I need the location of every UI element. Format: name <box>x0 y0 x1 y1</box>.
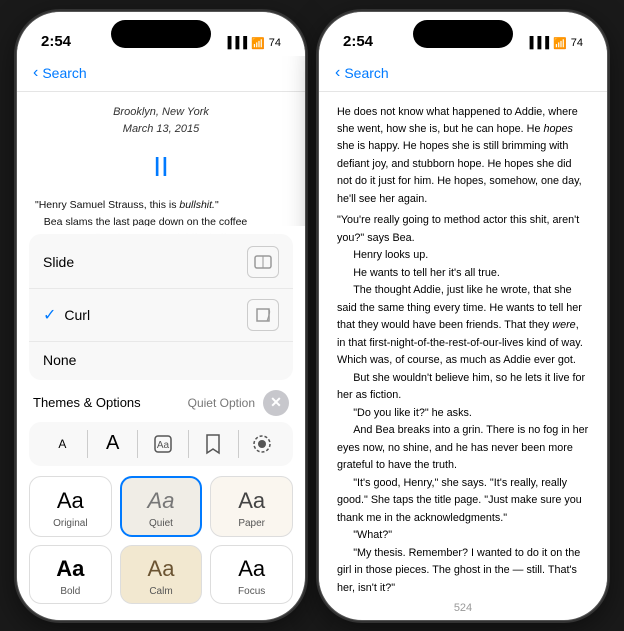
theme-paper[interactable]: Aa Paper <box>210 476 293 537</box>
curl-icon <box>247 299 279 331</box>
bold-aa: Aa <box>56 556 84 582</box>
header-line1: Brooklyn, New York <box>35 104 287 122</box>
book-paragraph-7: "Do you like it?" he asks. <box>337 405 589 422</box>
focus-label: Focus <box>238 586 265 597</box>
right-phone: 2:54 ▐▐▐ 📶 74 ‹ Search He does not know … <box>318 11 608 621</box>
status-icons-right: ▐▐▐ 📶 74 <box>526 37 583 50</box>
signal-icon-right: ▐▐▐ <box>526 37 549 49</box>
theme-calm[interactable]: Aa Calm <box>120 545 203 604</box>
wifi-icon-right: 📶 <box>553 37 567 50</box>
slide-icon <box>247 246 279 278</box>
bottom-panel: Slide ✓ Curl None <box>17 226 305 620</box>
book-paragraph-8: And Bea breaks into a grin. There is no … <box>337 422 589 474</box>
book-paragraph-1: He does not know what happened to Addie,… <box>337 104 589 209</box>
transition-options: Slide ✓ Curl None <box>29 234 293 380</box>
calm-label: Calm <box>149 586 172 597</box>
separator-3 <box>188 430 189 458</box>
quiet-option-label: Quiet Option <box>188 396 255 410</box>
book-paragraph-4: He wants to tell her it's all true. <box>337 265 589 282</box>
transition-slide[interactable]: Slide <box>29 236 293 289</box>
paper-aa: Aa <box>238 488 265 514</box>
original-label: Original <box>53 518 87 529</box>
book-content-right: He does not know what happened to Addie,… <box>319 92 607 596</box>
separator-1 <box>87 430 88 458</box>
quiet-label: Quiet <box>149 518 173 529</box>
book-paragraph-3: Henry looks up. <box>337 247 589 264</box>
back-label-left: Search <box>42 65 86 81</box>
bookmark-icon <box>204 433 222 455</box>
check-icon: ✓ <box>43 305 56 325</box>
separator-2 <box>137 430 138 458</box>
font-toolbar: A A Aa <box>29 422 293 466</box>
chevron-left-icon: ‹ <box>33 64 38 82</box>
calm-aa: Aa <box>148 556 175 582</box>
font-type-button[interactable]: Aa <box>145 428 181 460</box>
nav-bar-left: ‹ Search <box>17 56 305 92</box>
book-paragraph-6: But she wouldn't believe him, so he lets… <box>337 370 589 405</box>
back-button-left[interactable]: ‹ Search <box>33 64 87 82</box>
theme-focus[interactable]: Aa Focus <box>210 545 293 604</box>
theme-grid: Aa Original Aa Quiet Aa Paper Aa Bold Aa <box>17 472 305 620</box>
battery-right: 74 <box>571 37 583 49</box>
book-paragraph-5: The thought Addie, just like he wrote, t… <box>337 282 589 369</box>
small-a-label: A <box>58 437 66 451</box>
theme-bold[interactable]: Aa Bold <box>29 545 112 604</box>
book-paragraph-9: "It's good, Henry," she says. "It's real… <box>337 475 589 527</box>
nav-bar-right: ‹ Search <box>319 56 607 92</box>
separator-4 <box>238 430 239 458</box>
book-header: Brooklyn, New York March 13, 2015 <box>35 104 287 139</box>
slide-label: Slide <box>43 254 74 270</box>
battery-left: 74 <box>269 37 281 49</box>
transition-curl[interactable]: ✓ Curl <box>29 289 293 342</box>
theme-quiet[interactable]: Aa Quiet <box>120 476 203 537</box>
transition-none[interactable]: None <box>29 342 293 378</box>
page-number: 524 <box>454 602 472 614</box>
back-button-right[interactable]: ‹ Search <box>335 64 389 82</box>
signal-icon: ▐▐▐ <box>224 37 247 49</box>
none-label: None <box>43 352 76 368</box>
themes-label: Themes & Options <box>33 395 141 410</box>
theme-original[interactable]: Aa Original <box>29 476 112 537</box>
curl-label: Curl <box>64 307 90 323</box>
large-a-label: A <box>106 432 119 455</box>
back-label-right: Search <box>344 65 388 81</box>
time-left: 2:54 <box>41 33 71 50</box>
svg-text:Aa: Aa <box>157 440 170 451</box>
time-right: 2:54 <box>343 33 373 50</box>
brightness-button[interactable] <box>246 428 278 460</box>
page-number-bar: 524 <box>319 596 607 620</box>
themes-header: Themes & Options Quiet Option ✕ <box>17 384 305 420</box>
left-phone: 2:54 ▐▐▐ 📶 74 ‹ Search Brooklyn, New Yor… <box>16 11 306 621</box>
bookmark-button[interactable] <box>195 428 231 460</box>
chapter-number: II <box>35 145 287 190</box>
bold-label: Bold <box>60 586 80 597</box>
dynamic-island-right <box>413 20 513 48</box>
close-button[interactable]: ✕ <box>263 390 289 416</box>
book-paragraph-10: "What?" <box>337 527 589 544</box>
status-icons-left: ▐▐▐ 📶 74 <box>224 37 281 50</box>
wifi-icon: 📶 <box>251 37 265 50</box>
large-font-button[interactable]: A <box>95 428 131 460</box>
font-type-icon: Aa <box>152 433 174 455</box>
quiet-aa: Aa <box>148 488 175 514</box>
original-aa: Aa <box>57 488 84 514</box>
book-paragraph-2: "You're really going to method actor thi… <box>337 212 589 247</box>
dynamic-island <box>111 20 211 48</box>
small-font-button[interactable]: A <box>44 428 80 460</box>
eye-icon <box>250 432 274 456</box>
chevron-right-icon: ‹ <box>335 64 340 82</box>
paper-label: Paper <box>238 518 265 529</box>
focus-aa: Aa <box>238 556 265 582</box>
header-line2: March 13, 2015 <box>35 121 287 139</box>
book-paragraph-11: "My thesis. Remember? I wanted to do it … <box>337 545 589 596</box>
